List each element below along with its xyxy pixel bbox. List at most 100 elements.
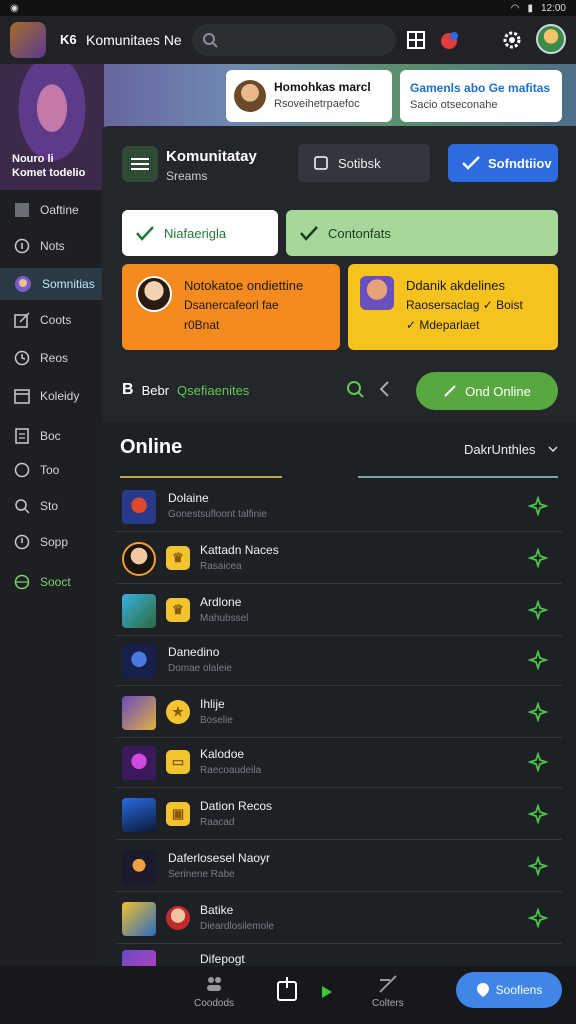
sidebar-item[interactable]: Sto <box>0 490 102 522</box>
grid-icon[interactable] <box>404 28 428 52</box>
notification-card[interactable]: Gamenls abo Ge mafitas Sacio otseconahe <box>400 70 562 122</box>
sidebar-item-label: Koleidy <box>40 389 80 403</box>
share-icon <box>277 977 297 1001</box>
item-name: Dation Recos <box>200 799 273 813</box>
sidebar-item[interactable]: Nots <box>0 230 102 262</box>
add-friend-icon[interactable] <box>528 600 548 620</box>
promo-title: Ddanik akdelines <box>406 278 506 293</box>
chevron-left-icon[interactable] <box>378 380 390 398</box>
sidebar-item[interactable]: Boc <box>0 420 102 452</box>
circle-icon <box>14 462 30 478</box>
add-friend-icon[interactable] <box>528 908 548 928</box>
item-name: Kattadn Naces <box>200 543 279 557</box>
list-item[interactable]: Danedino Domae olaleie <box>116 636 562 686</box>
tab-underline-active <box>120 476 282 478</box>
signal-icon: ▮ <box>527 2 533 14</box>
item-sub: Domae olaleie <box>168 663 232 674</box>
search-icon[interactable] <box>346 380 364 398</box>
list-item[interactable]: Difepogt <box>116 946 562 966</box>
list-item[interactable]: Dolaine Gonestsufloont talfinie <box>116 482 562 532</box>
add-friend-icon[interactable] <box>528 496 548 516</box>
game-thumbnail <box>122 696 156 730</box>
nav-item-collections[interactable]: Colters <box>372 974 404 1009</box>
sidebar-item-active[interactable]: Somnitias <box>0 268 102 300</box>
checkbox-icon <box>314 156 328 170</box>
sidebar-item-label: Too <box>40 463 60 477</box>
user-avatar <box>122 542 156 576</box>
filter-chip-active[interactable]: Contonfats <box>286 210 558 256</box>
play-indicator-icon <box>322 986 332 998</box>
sidebar-item-label: Sopp <box>40 535 69 549</box>
nav-item-communities[interactable]: Coodods <box>194 974 234 1009</box>
sidebar-item[interactable]: Coots <box>0 304 102 336</box>
item-sub: Boselie <box>200 715 233 726</box>
sidebar-item[interactable]: Koleidy <box>0 380 102 412</box>
hamburger-icon <box>131 158 149 170</box>
sidebar-item-label: Oaftine <box>40 203 79 217</box>
add-friend-icon[interactable] <box>528 856 548 876</box>
promo-avatar <box>136 276 172 312</box>
game-icon[interactable] <box>438 28 462 52</box>
add-friend-icon[interactable] <box>528 804 548 824</box>
sidebar-item-label: Reos <box>40 351 69 365</box>
list-item[interactable]: ♛ Kattadn Naces Rasaicea <box>116 534 562 584</box>
sidebar-item-label: Coots <box>40 313 72 327</box>
check-icon <box>462 156 480 170</box>
app-logo[interactable] <box>10 22 46 58</box>
sidebar-item[interactable]: Sopp <box>0 526 102 558</box>
item-sub: Dieardlosilemole <box>200 921 274 932</box>
notification-card[interactable]: Homohkas marcl Rsoveihetrpaefoc <box>226 70 392 122</box>
sort-button[interactable]: Sotibsk <box>298 144 430 182</box>
search-input[interactable] <box>192 24 396 56</box>
hero-label-line1: Nouro li <box>12 153 54 165</box>
item-name: Kalodoe <box>200 747 245 761</box>
sort-button-label: Sotibsk <box>338 155 381 171</box>
avatar-icon <box>15 276 31 292</box>
item-sub: Serinene Rabe <box>168 869 235 880</box>
list-item[interactable]: ▭ Kalodoe Raecoaudeila <box>116 738 562 788</box>
list-item[interactable]: Batike Dieardlosilemole <box>116 894 562 944</box>
list-item[interactable]: Daferlosesel Naoyr Serinene Rabe <box>116 842 562 892</box>
profile-avatar[interactable] <box>536 24 566 54</box>
sidebar-item[interactable]: Sooct <box>0 566 102 598</box>
item-name: Daferlosesel Naoyr <box>168 851 271 865</box>
filter-dropdown[interactable]: DakrUnthles <box>464 442 536 457</box>
add-friend-icon[interactable] <box>528 650 548 670</box>
chevron-down-icon[interactable] <box>548 446 558 452</box>
confirm-button[interactable]: Sofndtiiov <box>448 144 558 182</box>
go-online-button[interactable]: Ond Online <box>416 372 558 410</box>
shield-check-icon <box>136 226 154 241</box>
globe-icon <box>14 574 30 590</box>
list-item[interactable]: ♛ Ardlone Mahubssel <box>116 586 562 636</box>
sidebar-item[interactable]: Reos <box>0 342 102 374</box>
filter-chip[interactable]: Niafaerigla <box>122 210 278 256</box>
sidebar-item[interactable]: Oaftine <box>0 194 102 226</box>
list-item[interactable]: ▣ Dation Recos Raacad <box>116 790 562 840</box>
settings-gear-icon[interactable] <box>500 28 524 52</box>
menu-button[interactable] <box>122 146 158 182</box>
app-title: Komunitaes Ne <box>86 32 182 48</box>
floating-action-button[interactable]: Soofiens <box>456 972 562 1008</box>
promo-card[interactable]: Notokatoe ondiettine Dsanercafeorl fae r… <box>122 264 340 350</box>
add-friend-icon[interactable] <box>528 702 548 722</box>
nav-item-label: Coodods <box>194 998 235 1009</box>
status-time: 12:00 <box>540 2 566 14</box>
sidebar: Oaftine Nots Somnitias Coots Reos Koleid… <box>0 190 102 966</box>
add-friend-icon[interactable] <box>528 752 548 772</box>
item-sub: Gonestsufloont talfinie <box>168 509 267 520</box>
list-item[interactable]: ★ Ihlije Boselie <box>116 688 562 738</box>
item-sub: Raacad <box>200 817 235 828</box>
add-friend-icon[interactable] <box>528 548 548 568</box>
crown-badge-icon: ♛ <box>166 546 190 570</box>
go-online-label: Ond Online <box>465 383 531 399</box>
item-name: Danedino <box>168 645 220 659</box>
edit-icon <box>14 312 30 328</box>
people-icon <box>207 977 222 991</box>
sidebar-item[interactable]: Too <box>0 454 102 486</box>
nav-item-share[interactable] <box>276 976 298 1002</box>
item-sub: Mahubssel <box>200 613 249 624</box>
community-panel: Komunitatay Sreams Sotibsk Sofndtiiov Ni… <box>102 126 576 966</box>
nav-item-active[interactable] <box>322 986 332 998</box>
notification-subtitle: Sacio otseconahe <box>410 99 498 111</box>
promo-card[interactable]: Ddanik akdelines Raosersaclag ✓ Boist ✓ … <box>348 264 558 350</box>
